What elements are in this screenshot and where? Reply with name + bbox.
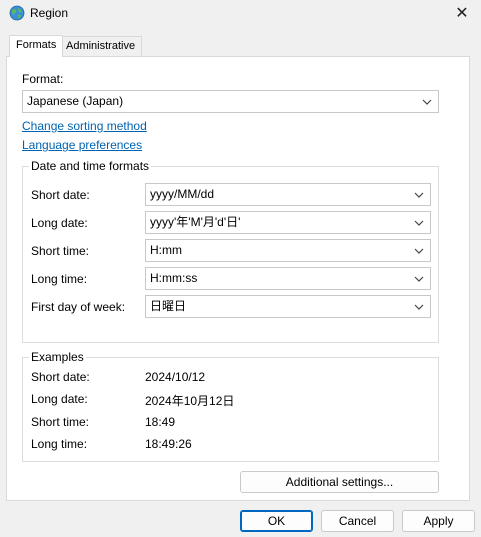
formats-panel: Format: Japanese (Japan) Change sorting … (6, 56, 470, 501)
date-time-formats-title: Date and time formats (29, 159, 152, 173)
close-button[interactable]: ✕ (449, 2, 475, 24)
first-day-of-week-value: 日曜日 (150, 299, 187, 313)
chevron-down-icon (414, 192, 424, 198)
examples-group: Examples Short date: 2024/10/12 Long dat… (22, 350, 439, 462)
tab-formats[interactable]: Formats (9, 35, 64, 57)
chevron-down-icon (414, 220, 424, 226)
chevron-down-icon (414, 304, 424, 310)
close-icon: ✕ (455, 5, 469, 22)
first-day-of-week-select[interactable]: 日曜日 (145, 295, 431, 318)
cancel-button[interactable]: Cancel (321, 510, 394, 532)
example-short-date-value: 2024/10/12 (145, 370, 206, 384)
long-time-value: H:mm:ss (150, 271, 198, 285)
example-long-date-label: Long date: (31, 392, 88, 406)
short-date-select[interactable]: yyyy/MM/dd (145, 183, 431, 206)
window-title: Region (30, 6, 69, 20)
long-date-select[interactable]: yyyy'年'M'月'd'日' (145, 211, 431, 234)
long-time-label: Long time: (31, 272, 88, 286)
example-long-date-value: 2024年10月12日 (145, 394, 235, 408)
example-short-date-label: Short date: (31, 370, 90, 384)
long-date-value: yyyy'年'M'月'd'日' (150, 215, 241, 229)
first-day-of-week-label: First day of week: (31, 300, 126, 314)
long-time-select[interactable]: H:mm:ss (145, 267, 431, 290)
chevron-down-icon (422, 99, 432, 105)
apply-button[interactable]: Apply (402, 510, 475, 532)
ok-button[interactable]: OK (240, 510, 313, 532)
format-select[interactable]: Japanese (Japan) (22, 90, 439, 113)
date-time-formats-group: Date and time formats Short date: yyyy/M… (22, 159, 439, 343)
format-select-value: Japanese (Japan) (27, 94, 124, 108)
example-short-time-value: 18:49 (145, 415, 176, 429)
example-long-time-value: 18:49:26 (145, 437, 192, 451)
additional-settings-button[interactable]: Additional settings... (240, 471, 439, 493)
short-date-label: Short date: (31, 188, 90, 202)
examples-title: Examples (29, 350, 86, 364)
short-date-value: yyyy/MM/dd (150, 187, 215, 201)
short-time-value: H:mm (150, 243, 182, 257)
chevron-down-icon (414, 276, 424, 282)
example-long-time-label: Long time: (31, 437, 88, 451)
short-time-label: Short time: (31, 244, 90, 258)
short-time-select[interactable]: H:mm (145, 239, 431, 262)
example-short-time-label: Short time: (31, 415, 90, 429)
long-date-label: Long date: (31, 216, 88, 230)
chevron-down-icon (414, 248, 424, 254)
title-bar: Region ✕ (0, 0, 481, 28)
format-label: Format: (22, 72, 64, 86)
language-preferences-link[interactable]: Language preferences (22, 138, 142, 152)
globe-icon (9, 5, 25, 21)
change-sorting-link[interactable]: Change sorting method (22, 119, 147, 133)
tab-administrative[interactable]: Administrative (59, 36, 143, 56)
